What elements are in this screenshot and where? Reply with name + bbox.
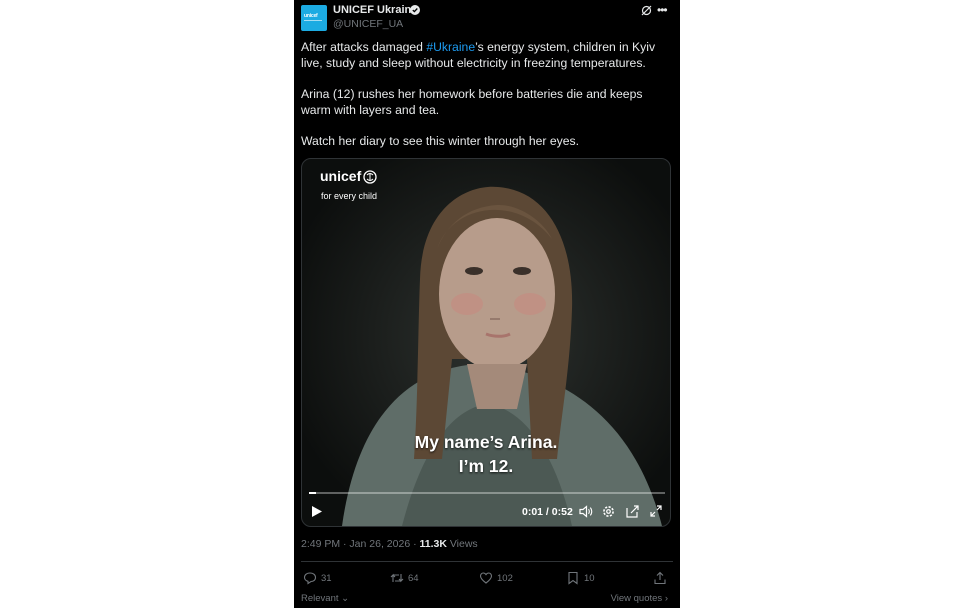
volume-icon[interactable]: [579, 505, 593, 518]
picture-in-picture-icon[interactable]: [626, 505, 639, 518]
video-progress-bar[interactable]: [309, 492, 665, 494]
video-player[interactable]: unicef for every child My name’s Arina. …: [301, 158, 671, 527]
author-name[interactable]: UNICEF Ukraine: [333, 4, 417, 16]
settings-gear-icon[interactable]: [602, 505, 615, 518]
fullscreen-icon[interactable]: [650, 505, 662, 517]
author-handle[interactable]: @UNICEF_UA: [333, 18, 403, 30]
like-button[interactable]: 102: [479, 571, 513, 585]
avatar-logo-underline: [304, 20, 322, 21]
divider: [301, 561, 673, 562]
views-label: Views: [446, 538, 478, 550]
timestamp[interactable]: 2:49 PM · Jan 26, 2026 ·: [301, 538, 419, 550]
grok-icon[interactable]: [641, 5, 652, 16]
bookmark-icon: [568, 571, 578, 585]
share-button[interactable]: [653, 571, 671, 585]
bookmark-button[interactable]: 10: [566, 571, 595, 585]
avatar[interactable]: unicef: [301, 5, 327, 31]
view-quotes-link[interactable]: View quotes ›: [611, 593, 668, 604]
tweet-card: unicef UNICEF Ukraine @UNICEF_UA ••• Aft…: [294, 0, 680, 608]
views-count: 11.3K: [419, 538, 447, 550]
video-subtitle-line-1: My name’s Arina.: [414, 432, 558, 452]
reply-count: 31: [321, 572, 332, 584]
tweet-meta: 2:49 PM · Jan 26, 2026 · 11.3K Views: [301, 538, 478, 550]
repost-count: 64: [408, 572, 419, 584]
chevron-down-icon: ⌄: [341, 593, 350, 604]
reply-icon: [303, 572, 317, 585]
view-quotes-label: View quotes: [610, 593, 663, 604]
video-time: 0:01 / 0:52: [522, 506, 573, 518]
hashtag-link[interactable]: #Ukraine: [426, 40, 475, 54]
repost-button[interactable]: 64: [390, 571, 419, 585]
repost-icon: [390, 573, 404, 583]
brand-tagline: for every child: [321, 191, 378, 201]
reply-button[interactable]: 31: [303, 571, 332, 585]
tweet-paragraph-2: Arina (12) rushes her homework before ba…: [301, 87, 643, 117]
video-progress-fill: [309, 492, 317, 494]
video-subtitle-line-2: I’m 12.: [458, 456, 514, 476]
play-icon[interactable]: [311, 505, 323, 518]
verified-badge-icon: [410, 5, 420, 15]
chevron-right-icon: ›: [664, 593, 668, 604]
share-icon: [654, 571, 666, 585]
sort-dropdown[interactable]: Relevant ⌄: [301, 593, 349, 604]
unicef-brand-logo: unicef: [320, 168, 362, 184]
avatar-logo: unicef: [304, 13, 318, 19]
sort-label: Relevant: [301, 593, 339, 604]
unicef-globe-icon: [363, 170, 377, 184]
heart-icon: [479, 572, 493, 584]
more-options-icon[interactable]: •••: [657, 3, 668, 17]
tweet-paragraph-1: After attacks damaged #Ukraine’s energy …: [301, 39, 673, 71]
bookmark-count: 10: [584, 572, 595, 584]
tweet-text: After attacks damaged #Ukraine’s energy …: [301, 39, 673, 149]
like-count: 102: [497, 572, 513, 584]
tweet-paragraph-3: Watch her diary to see this winter throu…: [301, 134, 579, 148]
tweet-text-part: After attacks damaged: [301, 40, 427, 54]
